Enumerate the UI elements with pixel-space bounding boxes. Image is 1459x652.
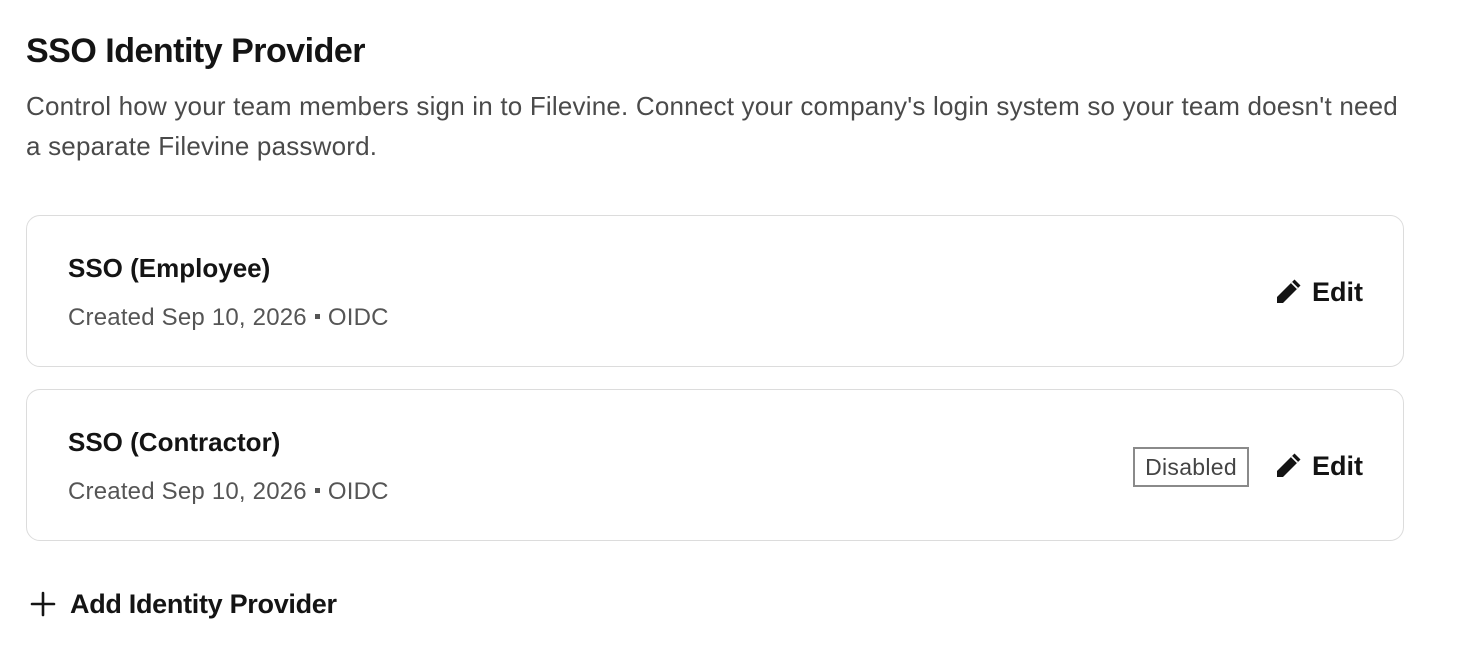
page-description: Control how your team members sign in to…: [26, 91, 1398, 161]
pencil-icon: [1272, 276, 1304, 308]
pencil-icon: [1272, 450, 1304, 482]
provider-name: SSO (Employee): [68, 253, 271, 283]
provider-card-contractor: SSO (Contractor) Created Sep 10, 2026 OID…: [26, 389, 1404, 541]
provider-name: SSO (Contractor): [68, 427, 281, 457]
plus-icon: [30, 591, 56, 617]
edit-button-label: Edit: [1312, 276, 1363, 307]
page-title: SSO Identity Provider: [26, 32, 366, 70]
provider-protocol: OIDC: [327, 304, 389, 331]
status-badge: Disabled: [1133, 447, 1249, 487]
provider-created-date: Created Sep 10, 2026: [68, 304, 307, 331]
meta-separator: [314, 487, 320, 493]
edit-button[interactable]: Edit: [1272, 448, 1363, 484]
edit-button-label: Edit: [1312, 450, 1363, 481]
provider-card-employee: SSO (Employee) Created Sep 10, 2026 OIDC …: [26, 215, 1404, 367]
edit-button[interactable]: Edit: [1272, 274, 1363, 310]
provider-created-date: Created Sep 10, 2026: [68, 478, 307, 505]
provider-meta: Created Sep 10, 2026 OIDC: [68, 302, 389, 334]
add-identity-provider-button[interactable]: Add Identity Provider: [30, 584, 337, 624]
add-identity-provider-label: Add Identity Provider: [70, 588, 337, 619]
provider-meta: Created Sep 10, 2026 OIDC: [68, 476, 389, 508]
meta-separator: [314, 313, 320, 319]
provider-protocol: OIDC: [327, 478, 389, 505]
